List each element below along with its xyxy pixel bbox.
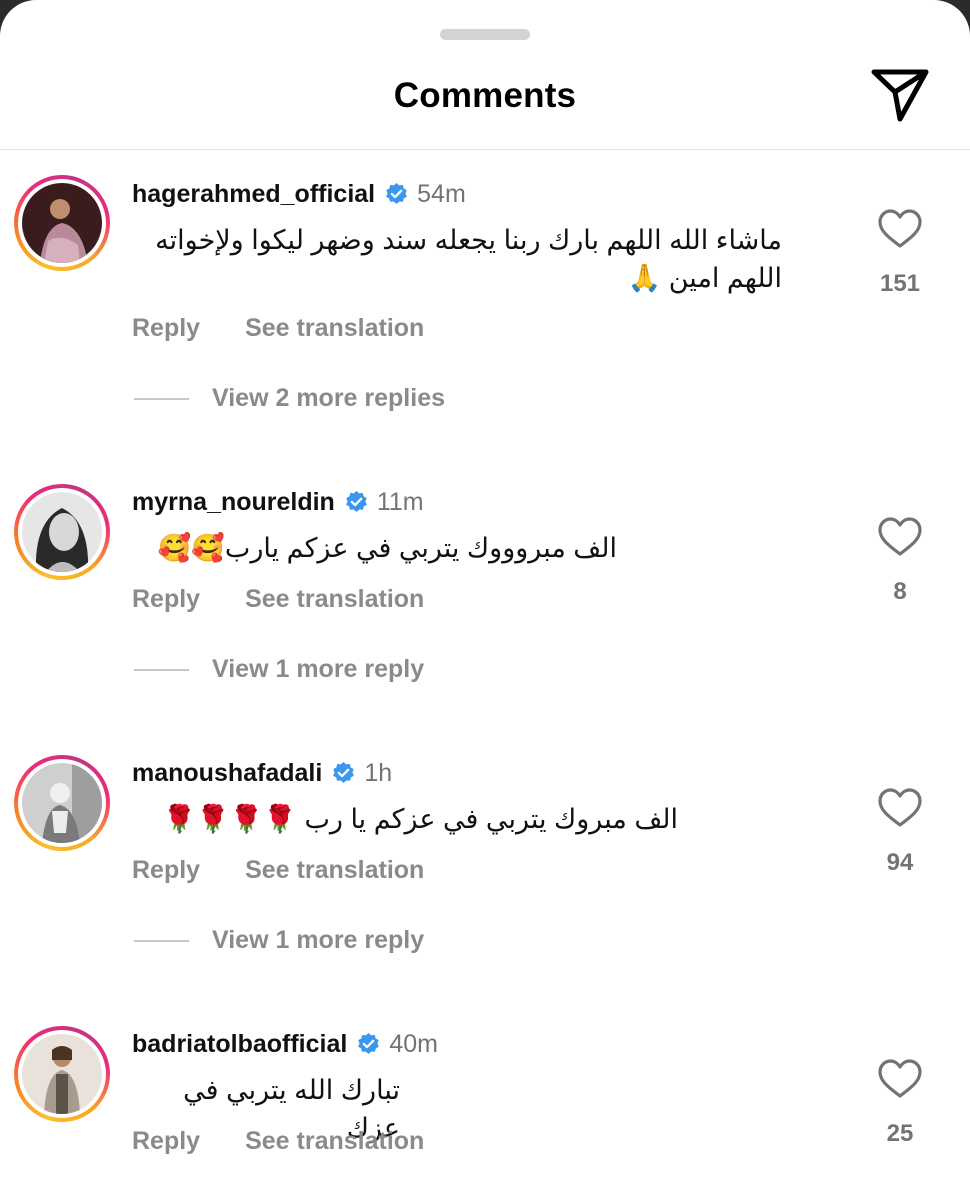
avatar[interactable] xyxy=(22,763,102,843)
view-more-replies-button[interactable]: View 2 more replies xyxy=(134,384,445,413)
comment-text: الف مبروك يتربي في عزكم يا رب 🌹🌹🌹🌹 xyxy=(162,804,678,834)
heart-icon[interactable] xyxy=(877,516,923,558)
see-translation-button[interactable]: See translation xyxy=(245,1127,424,1156)
avatar-story-ring[interactable] xyxy=(14,1026,110,1122)
comment-timestamp: 40m xyxy=(389,1030,438,1058)
heart-icon[interactable] xyxy=(877,787,923,829)
reply-button[interactable]: Reply xyxy=(132,314,200,343)
comment-timestamp: 54m xyxy=(417,180,466,208)
avatar[interactable] xyxy=(22,1034,102,1114)
comment-timestamp: 1h xyxy=(364,759,393,787)
replies-divider-line xyxy=(134,668,189,671)
reply-button[interactable]: Reply xyxy=(132,1127,200,1156)
see-translation-button[interactable]: See translation xyxy=(245,314,424,343)
avatar[interactable] xyxy=(22,492,102,572)
comment-username[interactable]: manoushafadali xyxy=(132,759,322,788)
view-more-replies-button[interactable]: View 1 more reply xyxy=(134,926,424,955)
comment-text: الف مبروووك يتربي في عزكم يارب🥰🥰 xyxy=(157,533,617,563)
avatar-story-ring[interactable] xyxy=(14,755,110,851)
like-count: 151 xyxy=(879,270,921,297)
heart-icon[interactable] xyxy=(877,1058,923,1100)
like-count: 25 xyxy=(886,1120,914,1147)
like-count: 94 xyxy=(886,849,914,876)
avatar[interactable] xyxy=(22,183,102,263)
send-icon[interactable] xyxy=(868,64,932,124)
comment-username[interactable]: myrna_noureldin xyxy=(132,488,335,517)
avatar-story-ring[interactable] xyxy=(14,484,110,580)
see-translation-button[interactable]: See translation xyxy=(245,585,424,614)
verified-badge-icon xyxy=(358,1033,380,1054)
comment-username[interactable]: hagerahmed_official xyxy=(132,180,375,209)
like-count: 8 xyxy=(893,578,907,605)
view-more-replies-button[interactable]: View 1 more reply xyxy=(134,655,424,684)
replies-divider-line xyxy=(134,939,189,942)
page-title: Comments xyxy=(393,76,577,115)
reply-button[interactable]: Reply xyxy=(132,585,200,614)
avatar-story-ring[interactable] xyxy=(14,175,110,271)
see-translation-button[interactable]: See translation xyxy=(245,856,424,885)
verified-badge-icon xyxy=(345,491,367,512)
comment-timestamp: 11m xyxy=(376,488,424,516)
comments-sheet: Comments hagerahmed_official 54m ماشاء ا… xyxy=(0,0,970,1200)
drag-handle[interactable] xyxy=(440,29,530,40)
replies-divider-line xyxy=(134,397,189,400)
verified-badge-icon xyxy=(333,762,355,783)
verified-badge-icon xyxy=(386,183,408,204)
comment-username[interactable]: badriatolbaofficial xyxy=(132,1030,347,1059)
heart-icon[interactable] xyxy=(877,208,923,250)
comment-text: ماشاء الله اللهم بارك ربنا يجعله سند وضه… xyxy=(155,225,782,293)
comments-header: Comments xyxy=(0,0,970,150)
reply-button[interactable]: Reply xyxy=(132,856,200,885)
